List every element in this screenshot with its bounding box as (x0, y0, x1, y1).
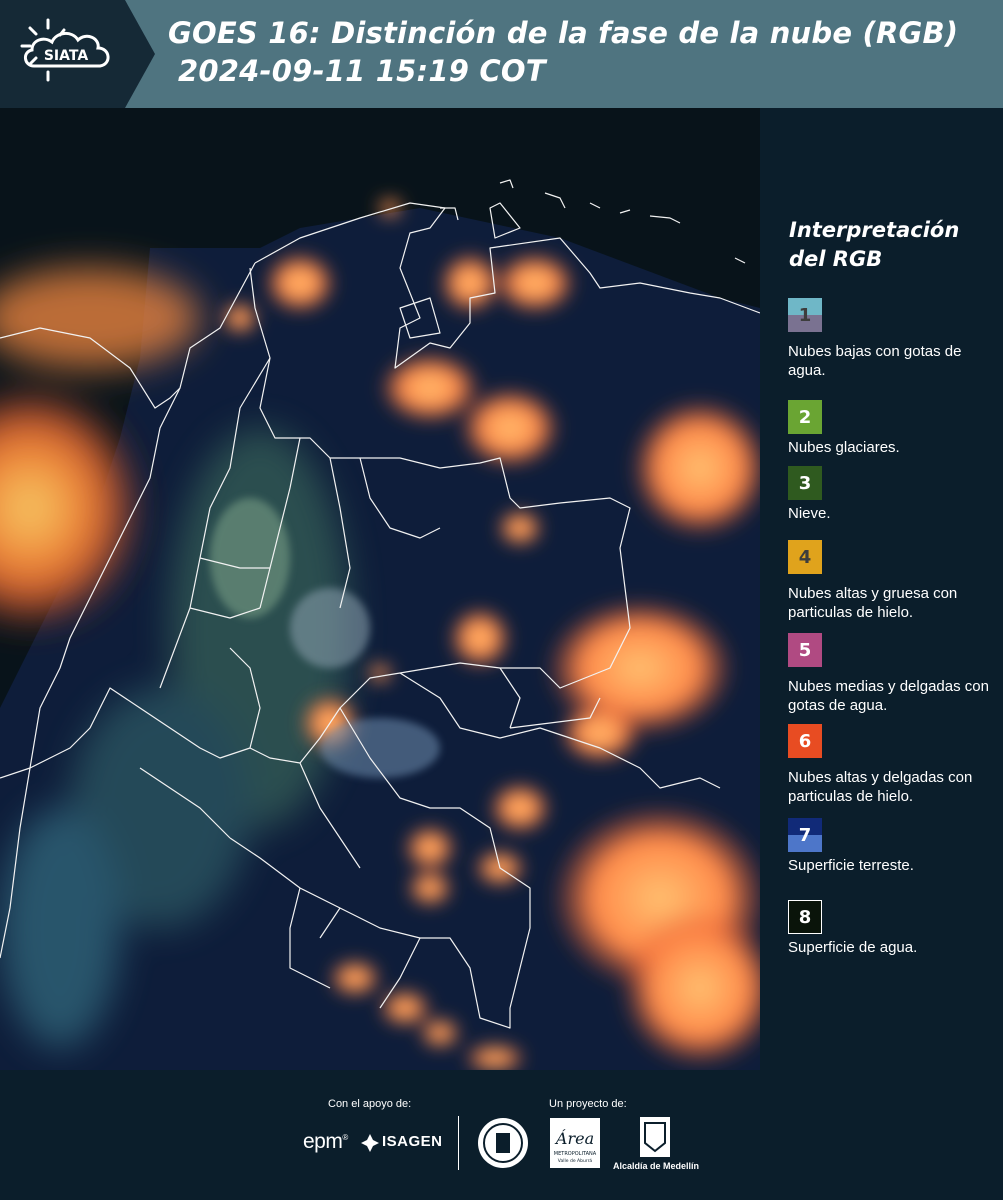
footer-divider (458, 1116, 459, 1170)
legend-item-label: Nieve. (788, 505, 831, 522)
alcaldia-shield-icon (640, 1117, 670, 1157)
legend-item-label: Nubes bajas con gotas de agua. (788, 343, 962, 379)
siata-logo: SIATA (0, 0, 155, 108)
page-title: GOES 16: Distinción de la fase de la nub… (168, 14, 998, 90)
legend-swatch-number: 2 (798, 406, 812, 428)
legend-swatch: 5 (788, 633, 822, 667)
legend-swatch: 7 (788, 818, 822, 852)
footer: Con el apoyo de: Un proyecto de: epm® IS… (0, 1070, 1003, 1200)
area-metropolitana-logo: Área METROPOLITANA Valle de Aburrá (550, 1118, 600, 1168)
isagen-logo: ISAGEN (382, 1133, 443, 1150)
satellite-map (0, 108, 760, 1070)
legend-item-label: Nubes glaciares. (788, 439, 900, 456)
amva-sub1: METROPOLITANA (554, 1151, 597, 1157)
legend-swatch-number: 6 (798, 730, 812, 752)
title-line-2: 2024-09-11 15:19 COT (178, 54, 546, 88)
legend-item-label: Superficie terreste. (788, 857, 914, 874)
legend-swatch-number: 4 (798, 546, 812, 568)
legend-swatch-number: 8 (798, 906, 812, 928)
legend-swatch: 3 (788, 466, 822, 500)
epm-logo: epm® (303, 1130, 348, 1153)
project-label: Un proyecto de: (549, 1098, 627, 1110)
legend-item-label: Superficie de agua. (788, 939, 918, 956)
legend-swatch: 8 (788, 900, 822, 934)
alcaldia-logo-text: Alcaldía de Medellín (613, 1161, 700, 1171)
amva-name: Área (554, 1128, 594, 1148)
amva-sub2: Valle de Aburrá (558, 1157, 593, 1164)
isagen-icon (361, 1134, 379, 1152)
epm-logo-text: epm (303, 1130, 343, 1153)
legend-swatch: 6 (788, 724, 822, 758)
legend-title: Interpretación del RGB (789, 218, 960, 271)
legend-item-label: Nubes altas y gruesa con particulas de h… (788, 585, 958, 621)
legend-swatch: 4 (788, 540, 822, 574)
legend-swatch-number: 3 (798, 472, 812, 494)
header: SIATA GOES 16: Distinción de la fase de … (0, 0, 1003, 108)
legend-swatch-number: 5 (798, 639, 812, 661)
support-label: Con el apoyo de: (328, 1098, 412, 1110)
legend-item-label: Nubes altas y delgadas con particulas de… (788, 769, 973, 805)
legend-swatch-number: 7 (798, 824, 812, 846)
legend-item-label: Nubes medias y delgadas con gotas de agu… (788, 678, 989, 714)
legend-panel: Interpretación del RGB 1 Nubes bajas con … (778, 108, 1003, 1070)
seal-icon (478, 1118, 528, 1168)
siata-logo-text: SIATA (44, 48, 89, 64)
legend-swatch-number: 1 (798, 304, 812, 326)
legend-swatch: 1 (788, 298, 822, 332)
legend-swatch: 2 (788, 400, 822, 434)
title-line-1: GOES 16: Distinción de la fase de la nub… (168, 16, 959, 50)
